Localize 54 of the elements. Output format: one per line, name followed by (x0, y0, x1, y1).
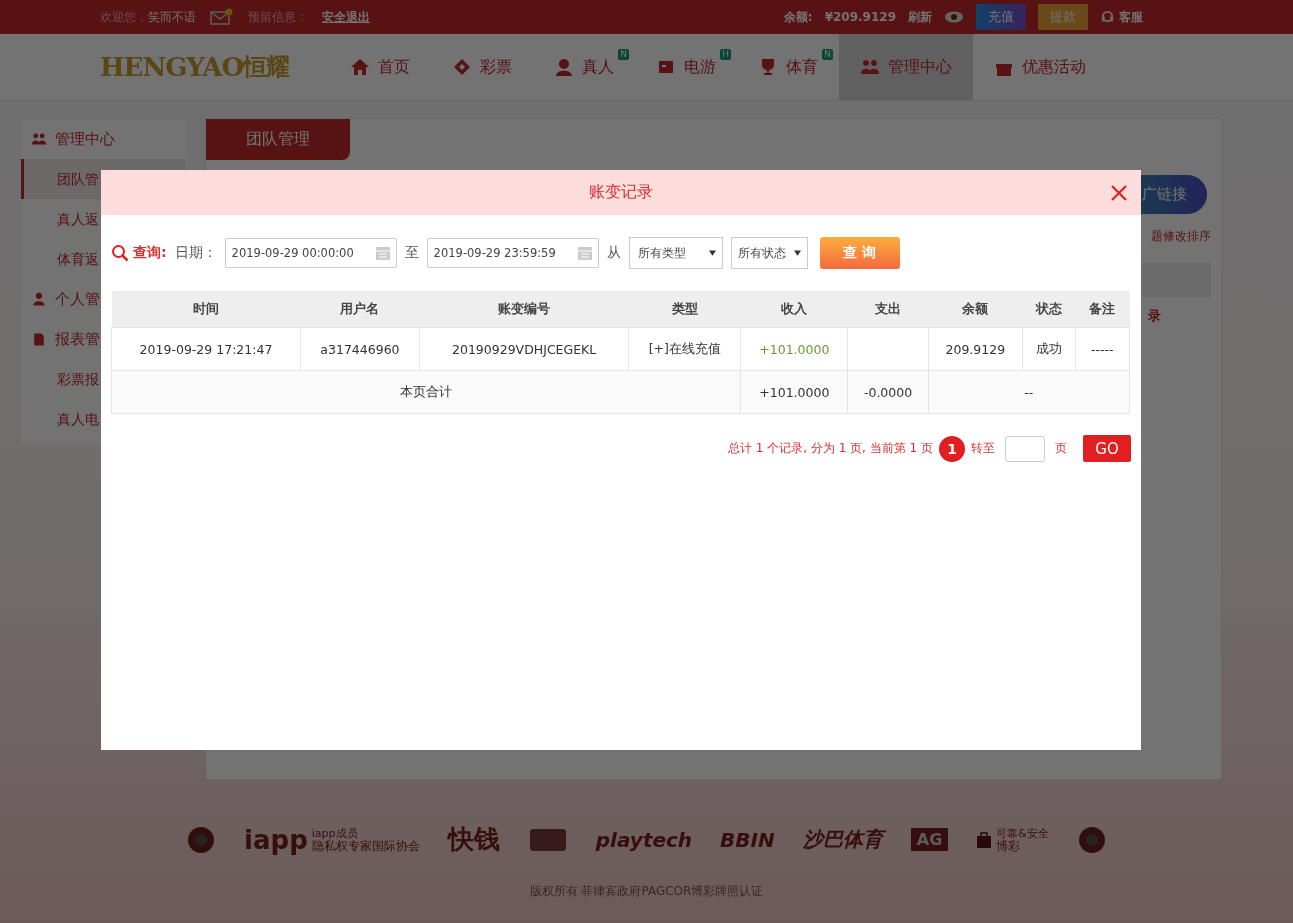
from-label: 从 (606, 244, 621, 262)
table-cell: +101.0000 (740, 327, 848, 371)
query-label: 查询: (133, 244, 167, 262)
nav-badge: N (618, 49, 630, 60)
logo-caption: 博彩 (996, 839, 1022, 852)
table-cell: 2019-09-29 17:21:47 (111, 327, 301, 371)
date-label: 日期： (174, 244, 217, 262)
page-unit: 页 (1055, 440, 1067, 457)
nav-label: 电游 (684, 56, 717, 78)
logo-caption: 可靠&安全 (996, 827, 1049, 840)
table-cell: a317446960 (300, 327, 420, 371)
column-header: 余额 (928, 291, 1023, 328)
sidebar-group-label: 报表管 (55, 329, 100, 349)
to-label: 至 (404, 244, 419, 262)
nav-label: 真人 (582, 56, 615, 78)
goto-label: 转至 (971, 440, 995, 457)
nav-label: 首页 (378, 56, 411, 78)
logo-text: BBIN (720, 827, 775, 852)
logo-text: iapp (244, 824, 308, 855)
logo-text: AG (910, 828, 949, 851)
column-header: 收入 (740, 291, 848, 328)
sidebar-group-label: 管理中心 (55, 129, 115, 149)
sidebar-group-label: 个人管 (55, 289, 100, 309)
hint-text: 题修改排序 (1151, 229, 1211, 243)
table-cell: -- (928, 370, 1130, 414)
table-cell: 成功 (1022, 327, 1076, 371)
table-cell: 209.9129 (928, 327, 1023, 371)
table-cell: [+]在线充值 (628, 327, 741, 371)
logo-text: playtech (595, 827, 693, 852)
column-header: 类型 (628, 291, 741, 328)
table-cell: ----- (1075, 327, 1130, 371)
table-cell: 20190929VDHJCEGEKL (419, 327, 629, 371)
balance-value: ¥209.9129 (824, 10, 896, 24)
table-cell: 本页合计 (111, 370, 741, 414)
nav-badge: H (720, 49, 732, 60)
column-header: 账变编号 (419, 291, 629, 328)
logo-text: 快钱 (447, 823, 500, 856)
table-cell: +101.0000 (740, 370, 848, 414)
nav-badge: N (822, 49, 834, 60)
column-header: 时间 (111, 291, 301, 328)
nav-label: 优惠活动 (1022, 56, 1087, 78)
table-cell: -0.0000 (847, 370, 929, 414)
nav-label: 彩票 (480, 56, 513, 78)
logo-caption: 隐私权专家国际协会 (311, 839, 420, 852)
column-header: 备注 (1075, 291, 1130, 328)
pagination-summary: 总计 1 个记录, 分为 1 页, 当前第 1 页 (727, 440, 933, 457)
column-header: 支出 (847, 291, 929, 328)
dialog-title: 账变记录 (589, 182, 653, 203)
balance-label: 余额: (783, 8, 813, 26)
column-header: 状态 (1022, 291, 1076, 328)
nav-label: 管理中心 (888, 56, 953, 78)
logo-caption: iapp成员 (311, 827, 358, 840)
nav-label: 体育 (786, 56, 819, 78)
column-header: 用户名 (300, 291, 420, 328)
